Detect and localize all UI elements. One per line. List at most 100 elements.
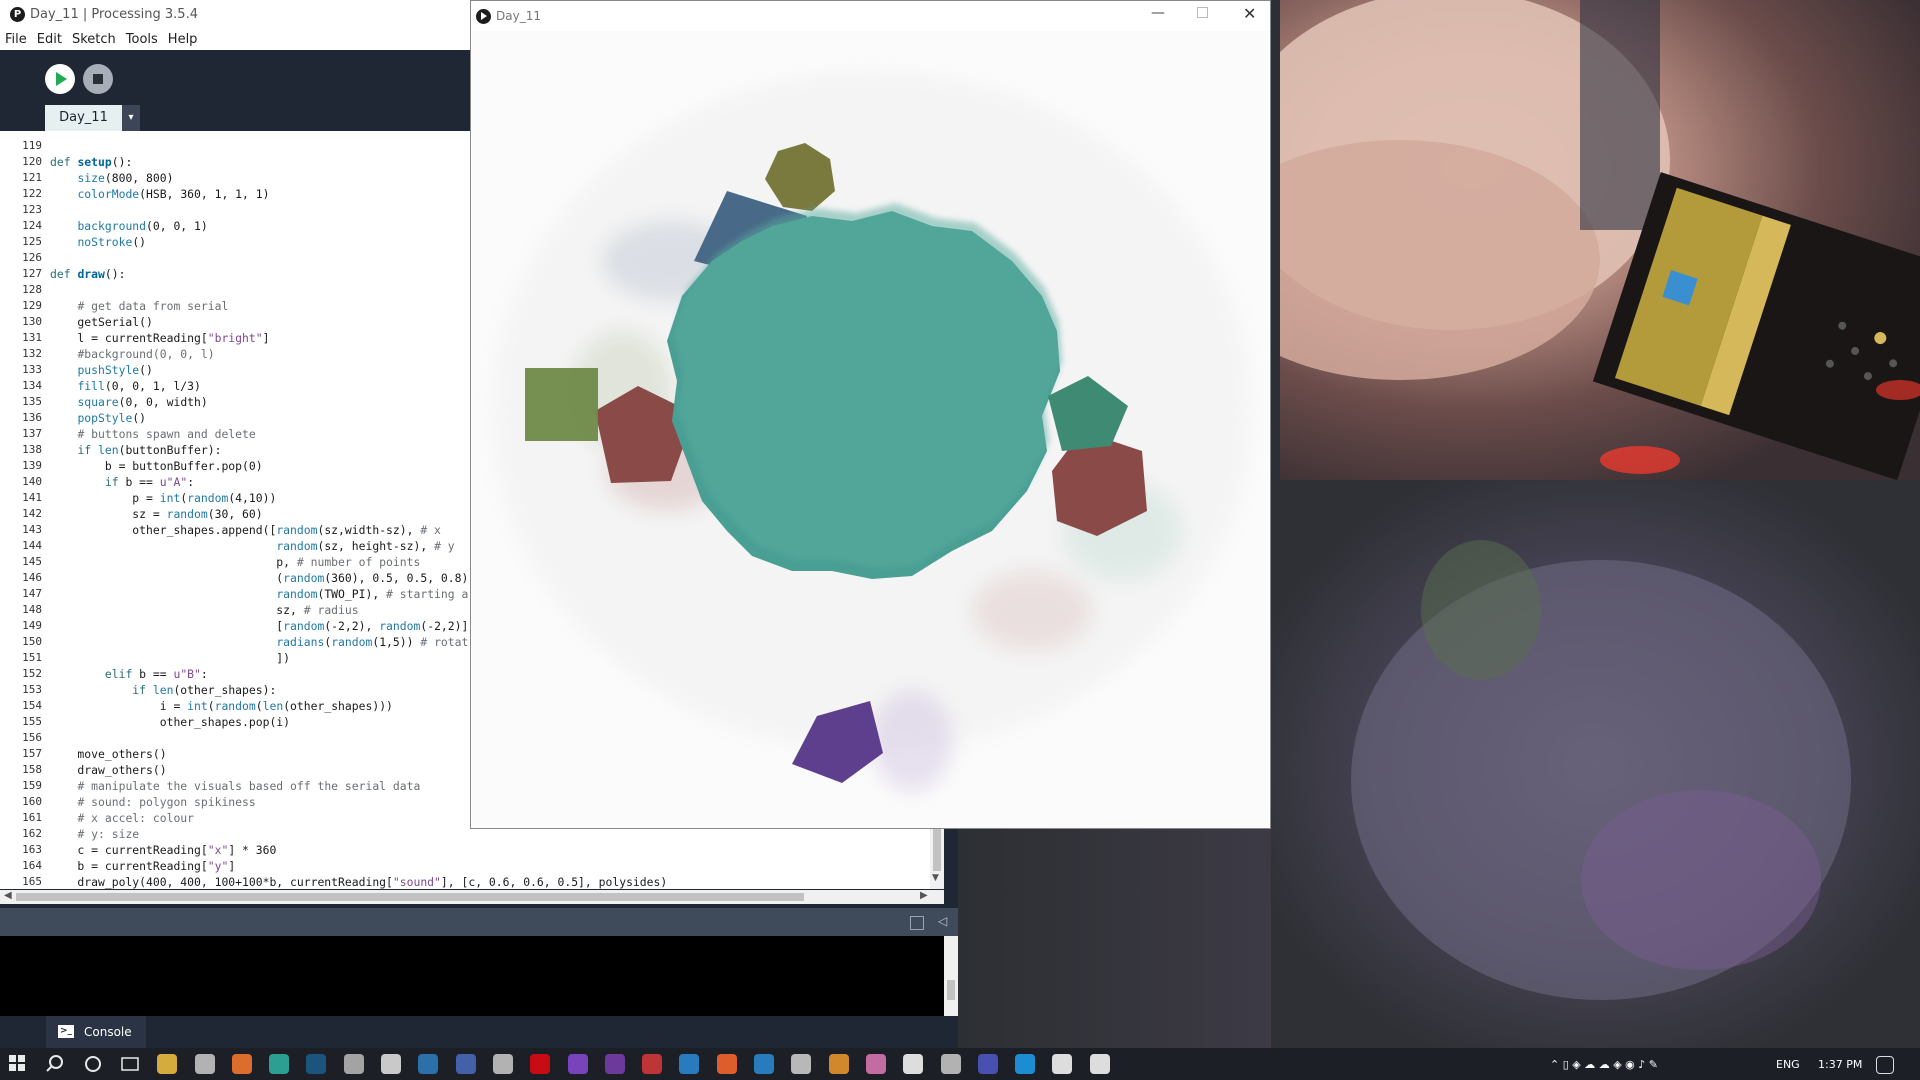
code-line[interactable]: # y: size <box>50 827 139 841</box>
tab-day-11[interactable]: Day_11 <box>45 105 122 131</box>
twitter-icon[interactable] <box>1015 1054 1036 1074</box>
app-cloud-icon[interactable] <box>791 1054 812 1074</box>
code-line[interactable]: random(TWO_PI), # starting a <box>50 587 468 601</box>
code-line[interactable]: elif b == u"B": <box>50 667 208 681</box>
code-line[interactable]: background(0, 0, 1) <box>50 219 207 233</box>
code-line[interactable]: if len(other_shapes): <box>50 683 276 697</box>
menu-help[interactable]: Help <box>163 30 203 47</box>
code-line[interactable]: draw_others() <box>50 763 166 777</box>
app-blue-icon[interactable] <box>754 1054 774 1074</box>
store-icon[interactable] <box>194 1054 215 1074</box>
code-line[interactable]: size(800, 800) <box>50 171 173 185</box>
tool-icon[interactable] <box>492 1054 513 1074</box>
scroll-right-icon[interactable]: ▶ <box>920 890 928 901</box>
code-line[interactable]: def setup(): <box>50 155 132 169</box>
code-line[interactable]: pushStyle() <box>50 363 152 377</box>
steam-icon[interactable] <box>306 1054 327 1074</box>
task-view-icon[interactable] <box>120 1054 140 1074</box>
code-line[interactable]: other_shapes.pop(i) <box>50 715 290 729</box>
blender-icon[interactable] <box>828 1054 849 1074</box>
code-line[interactable]: ]) <box>50 651 290 665</box>
scroll-down-icon[interactable]: ▼ <box>932 873 939 883</box>
scrollbar-thumb[interactable] <box>947 980 955 1000</box>
code-line[interactable]: move_others() <box>50 747 166 761</box>
code-line[interactable]: c = currentReading["x"] * 360 <box>50 843 276 857</box>
editor-horizontal-scrollbar[interactable]: ◀ ▶ <box>0 890 944 904</box>
code-line[interactable]: b = currentReading["y"] <box>50 859 235 873</box>
code-line[interactable]: p = int(random(4,10)) <box>50 491 276 505</box>
code-line[interactable]: noStroke() <box>50 235 146 249</box>
menu-file[interactable]: File <box>0 30 32 47</box>
code-line[interactable]: [random(-2,2), random(-2,2)] <box>50 619 468 633</box>
console-output[interactable] <box>0 936 944 1016</box>
code-line[interactable]: # buttons spawn and delete <box>50 427 255 441</box>
stop-button[interactable] <box>83 64 113 94</box>
app-orange-icon[interactable] <box>716 1054 737 1074</box>
app-pink-icon[interactable] <box>865 1054 886 1074</box>
code-line[interactable]: (random(360), 0.5, 0.5, 0.8) <box>50 571 468 585</box>
tab-console[interactable]: >_ Console <box>46 1016 146 1048</box>
code-line[interactable]: fill(0, 0, 1, l/3) <box>50 379 200 393</box>
code-line[interactable]: other_shapes.append([random(sz,width-sz)… <box>50 523 441 537</box>
onenote-icon[interactable] <box>604 1054 625 1074</box>
processing-icon[interactable] <box>903 1054 924 1074</box>
app-steam2-icon[interactable] <box>940 1054 961 1074</box>
code-line[interactable]: getSerial() <box>50 315 152 329</box>
console-scrollbar[interactable] <box>944 936 958 1016</box>
code-line[interactable]: # get data from serial <box>50 299 228 313</box>
arrow-icon[interactable] <box>1089 1054 1110 1074</box>
code-line[interactable]: if len(buttonBuffer): <box>50 443 221 457</box>
edge-legacy-icon[interactable] <box>418 1054 439 1074</box>
menu-edit[interactable]: Edit <box>32 30 67 47</box>
processing-running-icon[interactable] <box>1052 1054 1073 1074</box>
code-line[interactable]: square(0, 0, width) <box>50 395 207 409</box>
code-line[interactable]: draw_poly(400, 400, 100+100*b, currentRe… <box>50 875 667 889</box>
calculator-icon[interactable] <box>343 1054 364 1074</box>
file-explorer-icon[interactable] <box>157 1054 178 1074</box>
code-line[interactable]: random(sz, height-sz), # y <box>50 539 454 553</box>
close-button[interactable]: ✕ <box>1243 4 1256 23</box>
clock[interactable]: 1:37 PM <box>1818 1058 1862 1071</box>
maximize-button[interactable] <box>1197 7 1208 18</box>
minimize-button[interactable]: — <box>1151 5 1165 21</box>
paint-icon[interactable] <box>679 1054 700 1074</box>
code-line[interactable]: b = buttonBuffer.pop(0) <box>50 459 263 473</box>
twitch-icon[interactable] <box>567 1054 588 1074</box>
copy-console-icon[interactable] <box>910 916 924 930</box>
edge-icon[interactable] <box>269 1054 290 1074</box>
code-line[interactable]: colorMode(HSB, 360, 1, 1, 1) <box>50 187 269 201</box>
scrollbar-thumb[interactable] <box>16 893 804 901</box>
system-tray-icons[interactable]: ⌃ ▯ ◈ ☁ ☁ ◈ ◉ ♪ ✎ <box>1550 1058 1658 1071</box>
firefox-icon[interactable] <box>231 1054 252 1074</box>
chrome-icon[interactable] <box>381 1054 401 1074</box>
code-line[interactable]: radians(random(1,5)) # rotat <box>50 635 468 649</box>
code-line[interactable]: #background(0, 0, l) <box>50 347 214 361</box>
notifications-icon[interactable] <box>1876 1056 1894 1074</box>
code-line[interactable]: sz = random(30, 60) <box>50 507 262 521</box>
cortana-icon[interactable] <box>83 1054 103 1074</box>
search-icon[interactable] <box>45 1054 65 1074</box>
code-line[interactable]: i = int(random(len(other_shapes))) <box>50 699 393 713</box>
windows-start-icon[interactable] <box>8 1054 28 1074</box>
scroll-left-icon[interactable]: ◀ <box>4 890 12 901</box>
code-line[interactable]: l = currentReading["bright"] <box>50 331 269 345</box>
menu-tools[interactable]: Tools <box>121 30 163 47</box>
code-line[interactable]: if b == u"A": <box>50 475 194 489</box>
netflix-icon[interactable] <box>530 1054 551 1074</box>
code-line[interactable]: # manipulate the visuals based off the s… <box>50 779 420 793</box>
menu-sketch[interactable]: Sketch <box>67 30 121 47</box>
run-button[interactable] <box>45 64 75 94</box>
collapse-console-icon[interactable]: ◁ <box>938 914 947 928</box>
package-icon[interactable] <box>455 1054 476 1074</box>
app-red-icon[interactable] <box>642 1054 663 1074</box>
code-line[interactable]: # x accel: colour <box>50 811 194 825</box>
code-line[interactable]: popStyle() <box>50 411 146 425</box>
teams-icon[interactable] <box>977 1054 998 1074</box>
tab-menu-button[interactable]: ▾ <box>122 105 140 131</box>
sketch-canvas[interactable] <box>472 31 1269 828</box>
code-line[interactable]: # sound: polygon spikiness <box>50 795 255 809</box>
code-line[interactable]: p, # number of points <box>50 555 420 569</box>
language-indicator[interactable]: ENG <box>1776 1058 1800 1071</box>
code-line[interactable]: def draw(): <box>50 267 125 281</box>
code-line[interactable]: sz, # radius <box>50 603 358 617</box>
